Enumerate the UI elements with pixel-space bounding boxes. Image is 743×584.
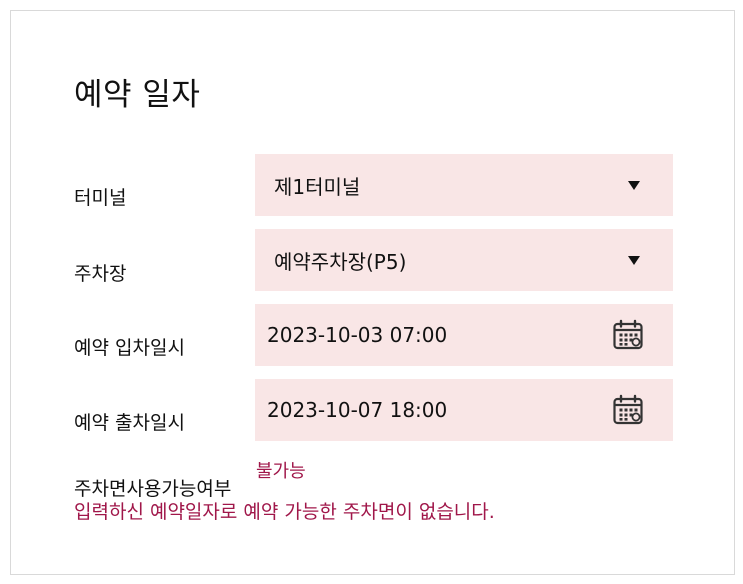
availability-status: 불가능 <box>256 461 306 482</box>
chevron-down-icon[interactable] <box>628 180 640 190</box>
terminal-select[interactable]: 제1터미널 <box>255 154 673 216</box>
exit-datetime-label: 예약 출차일시 <box>74 412 185 434</box>
entry-datetime-field[interactable]: 2023-10-03 07:00 <box>255 304 673 366</box>
entry-datetime-value: 2023-10-03 07:00 <box>267 323 448 347</box>
section-title: 예약 일자 <box>74 77 201 113</box>
reservation-date-panel: 예약 일자 터미널 제1터미널 주차장 예약주차장(P5) 예약 입차일시 20… <box>10 10 735 575</box>
terminal-label: 터미널 <box>74 187 127 209</box>
parking-select-value: 예약주차장(P5) <box>274 249 407 274</box>
entry-datetime-label: 예약 입차일시 <box>74 337 185 359</box>
chevron-down-icon[interactable] <box>628 255 640 265</box>
calendar-icon[interactable] <box>612 319 644 351</box>
terminal-select-value: 제1터미널 <box>274 174 361 199</box>
availability-message: 입력하신 예약일자로 예약 가능한 주차면이 없습니다. <box>74 501 495 523</box>
parking-select[interactable]: 예약주차장(P5) <box>255 229 673 291</box>
exit-datetime-value: 2023-10-07 18:00 <box>267 398 448 422</box>
parking-label: 주차장 <box>74 263 127 285</box>
exit-datetime-field[interactable]: 2023-10-07 18:00 <box>255 379 673 441</box>
calendar-icon[interactable] <box>612 394 644 426</box>
